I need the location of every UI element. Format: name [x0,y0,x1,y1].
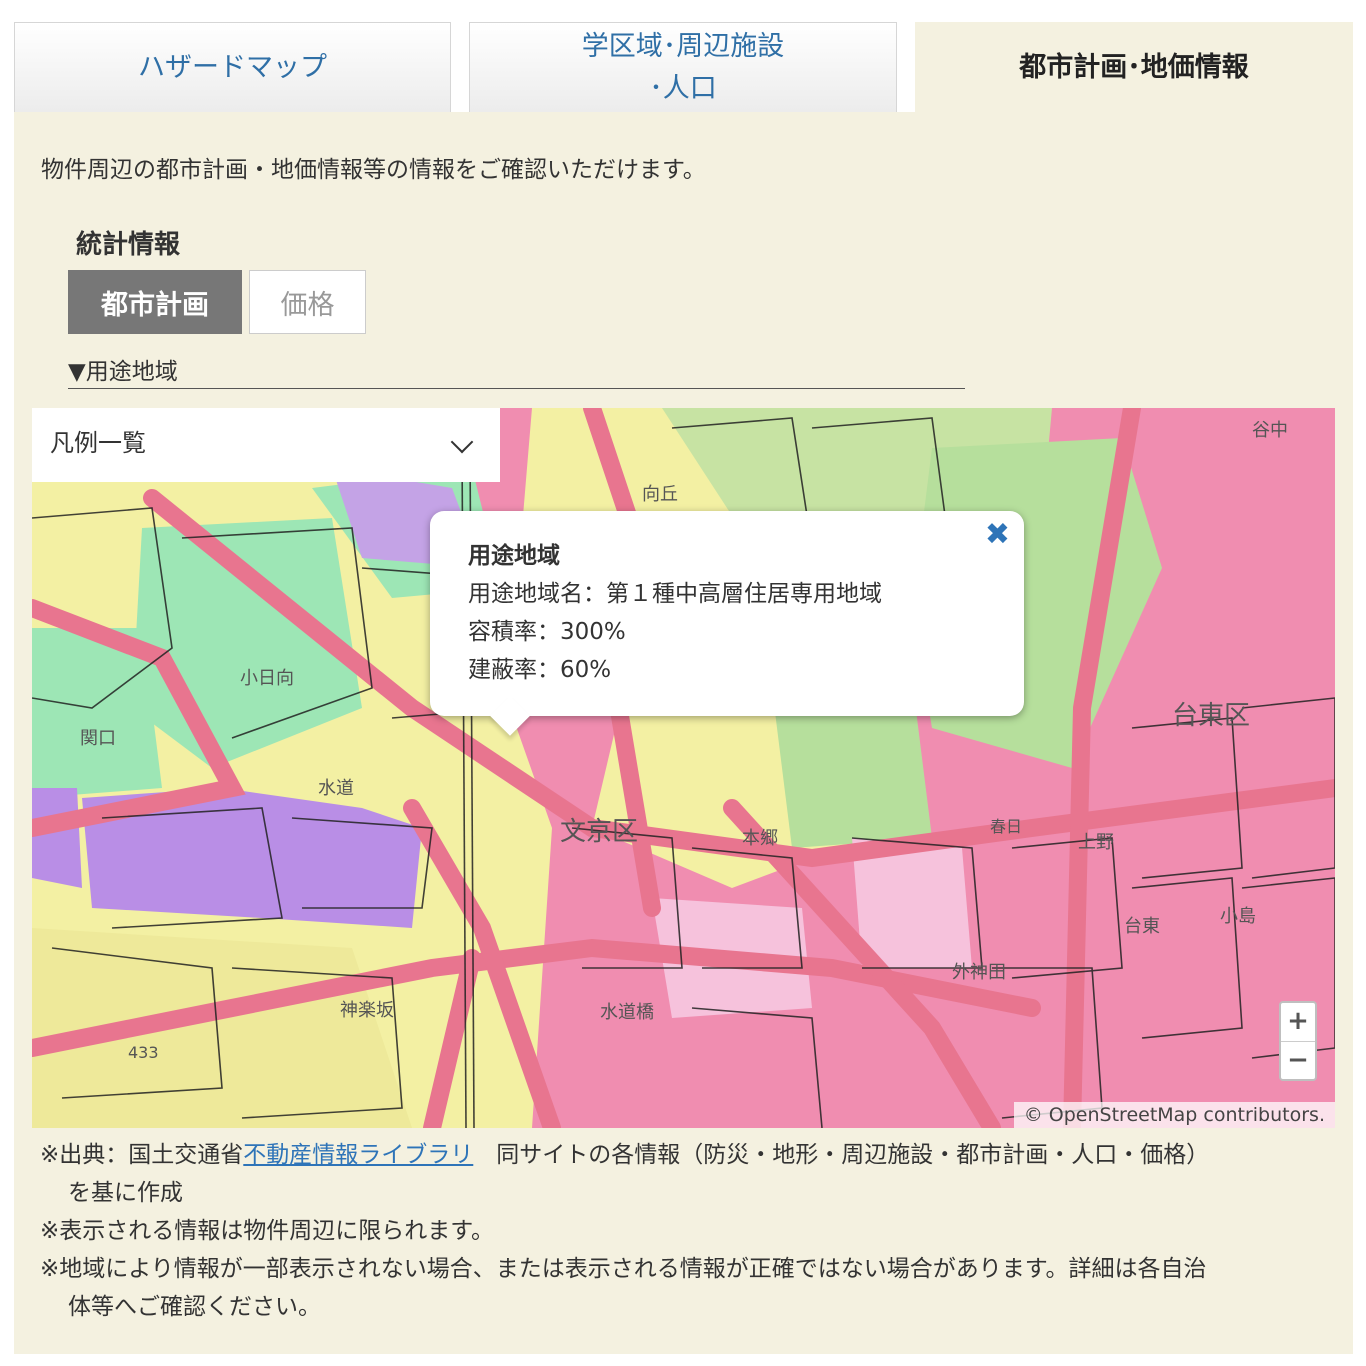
label-mukogaoka: 向丘 [642,484,678,505]
label-kobinata: 小日向 [240,668,294,689]
intro-text: 物件周辺の都市計画・地価情報等の情報をご確認いただけます。 [41,157,706,183]
price-button[interactable]: 価格 [249,270,366,334]
city-planning-button[interactable]: 都市計画 [68,270,242,334]
chevron-down-icon [450,430,474,454]
popup-title: 用途地域 [468,543,560,569]
label-taito: 台東区 [1172,701,1250,731]
note-accuracy: ※地域により情報が一部表示されない場合、または表示される情報が正確ではない場合が… [40,1256,1207,1282]
footnotes: ※出典：国土交通省不動産情報ライブラリ 同サイトの各情報（防災・地形・周辺施設・… [40,1136,1340,1326]
label-suido: 水道 [318,778,354,799]
zoning-section-title: ▼用途地域 [68,352,965,389]
map-attribution: © OpenStreetMap contributors. [1013,1102,1335,1128]
label-bunkyo: 文京区 [560,817,638,847]
close-icon[interactable]: ✖ [985,517,1010,552]
real-estate-library-link[interactable]: 不動産情報ライブラリ [243,1142,473,1168]
label-ueno: 上野 [1078,832,1114,853]
note-area-limit: ※表示される情報は物件周辺に限られます。 [40,1218,494,1244]
zoning-popup: 用途地域 用途地域名：第１種中高層住居専用地域 容積率：300% 建蔽率：60%… [430,511,1024,736]
tab-bar: ハザードマップ 学区域･周辺施設 ･人口 都市計画･地価情報 [14,22,1353,114]
label-hongo: 本郷 [742,828,778,849]
label-kojima: 小島 [1220,906,1256,927]
label-sotokanda: 外神田 [952,962,1006,983]
tab-school-district[interactable]: 学区域･周辺施設 ･人口 [469,22,897,112]
zoom-in-button[interactable]: + [1281,1003,1315,1042]
tab-hazard-map[interactable]: ハザードマップ [14,22,451,112]
zoom-control: + − [1279,1001,1317,1081]
legend-dropdown[interactable]: 凡例一覧 [32,408,500,482]
label-sekiguchi: 関口 [80,728,116,749]
note-source-cont: を基に作成 [68,1180,183,1206]
stats-heading: 統計情報 [76,230,181,260]
label-kagurazaka: 神楽坂 [340,1000,394,1021]
popup-zone-name: 用途地域名：第１種中高層住居専用地域 [468,581,882,607]
city-planning-panel: 物件周辺の都市計画・地価情報等の情報をご確認いただけます。 統計情報 都市計画 … [14,112,1353,1354]
zoning-map[interactable]: 文京区 台東区 小日向 水道 関口 神楽坂 本郷 上野 台東 小島 外神田 水道… [32,408,1335,1128]
tab-city-planning[interactable]: 都市計画･地価情報 [915,22,1353,114]
tab-hazard-label: ハザードマップ [138,51,327,83]
label-taito-town: 台東 [1124,916,1160,937]
label-suidobashi: 水道橋 [600,1002,654,1023]
popup-building-coverage: 建蔽率：60% [468,657,612,683]
tab-city-label: 都市計画･地価情報 [1019,52,1249,83]
label-yanaka: 谷中 [1252,420,1288,441]
legend-label: 凡例一覧 [50,429,146,457]
tab-school-label: 学区域･周辺施設 ･人口 [581,30,785,104]
popup-floor-area-ratio: 容積率：300% [468,619,626,645]
note-accuracy-cont: 体等へご確認ください。 [68,1294,321,1320]
label-route-433: 433 [128,1043,159,1062]
zoom-out-button[interactable]: − [1281,1042,1315,1080]
label-kasuga: 春日 [990,817,1022,836]
note-source: ※出典：国土交通省不動産情報ライブラリ 同サイトの各情報（防災・地形・周辺施設・… [40,1142,1210,1168]
